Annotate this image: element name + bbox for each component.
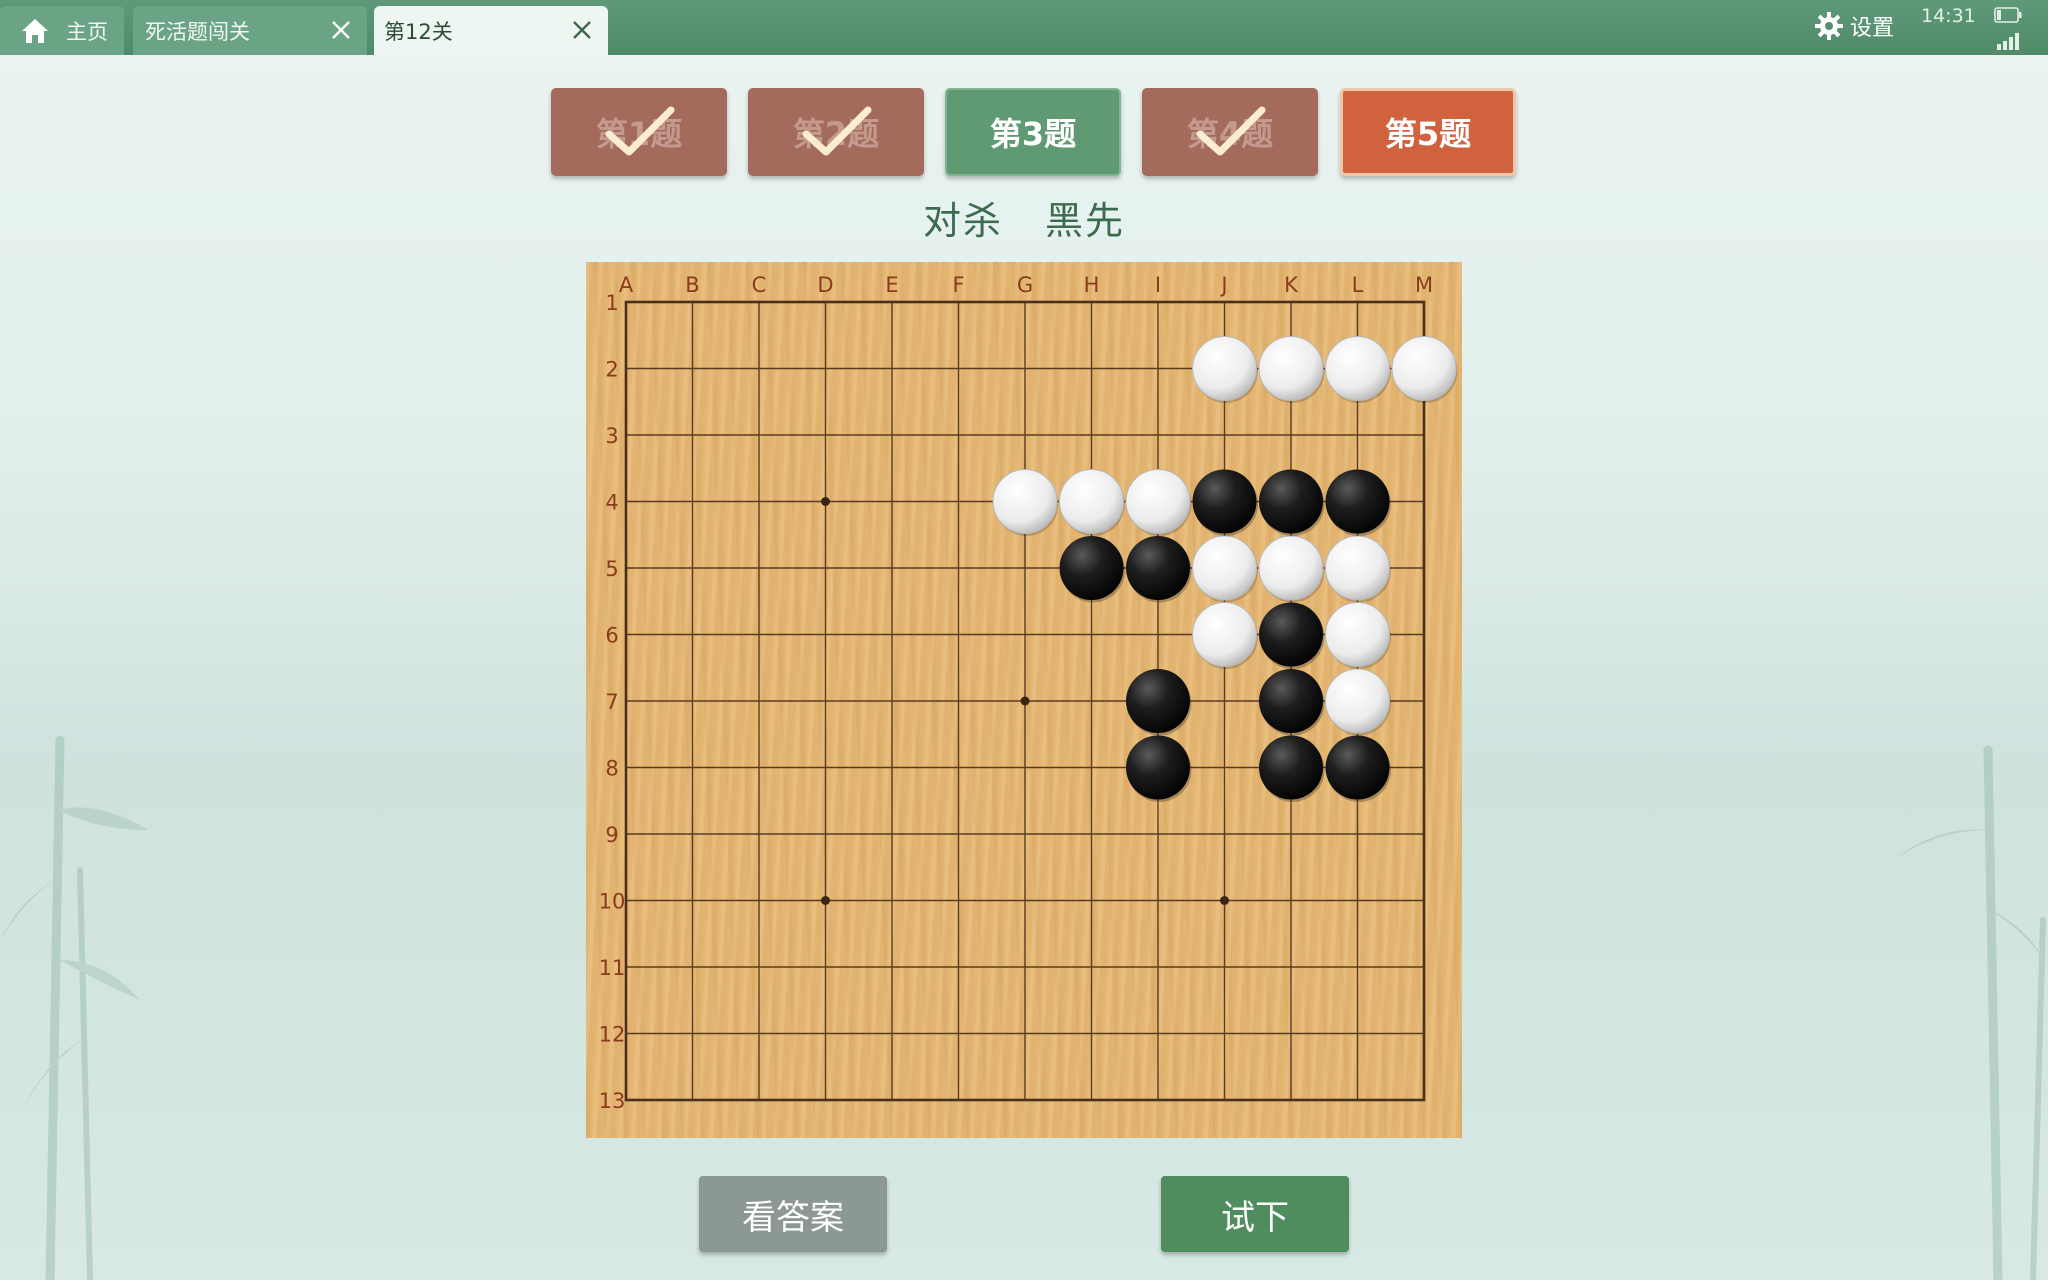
black-stone-l4 xyxy=(1325,469,1390,534)
white-stone-j5 xyxy=(1192,535,1257,601)
white-stone-m2 xyxy=(1391,336,1457,401)
top-bar: 主页 死活题闯关 第12关 设置 14:31 xyxy=(0,0,2048,55)
check-icon xyxy=(1196,106,1266,156)
row-label-12: 12 xyxy=(599,1023,626,1047)
black-stone-k7 xyxy=(1259,669,1323,733)
star-point xyxy=(821,497,830,506)
black-stone-k6 xyxy=(1259,602,1323,667)
try-move-button[interactable]: 试下 xyxy=(1161,1176,1349,1252)
status-time: 14:31 xyxy=(1921,5,1976,27)
column-label-i: I xyxy=(1155,273,1161,297)
black-stone-k4 xyxy=(1259,469,1323,534)
white-stone-j2 xyxy=(1192,336,1257,401)
problem-subtitle: 对杀 黑先 xyxy=(922,199,1126,243)
white-stone-i4 xyxy=(1125,469,1191,534)
column-label-m: M xyxy=(1415,273,1433,297)
view-answer-button[interactable]: 看答案 xyxy=(699,1176,887,1252)
white-stone-h4 xyxy=(1059,469,1124,534)
star-point xyxy=(1020,696,1030,706)
column-label-a: A xyxy=(619,273,634,297)
problem-3-label: 第3题 xyxy=(989,115,1077,153)
row-label-7: 7 xyxy=(605,690,618,714)
settings-button[interactable]: 设置 xyxy=(1814,10,1894,42)
row-label-2: 2 xyxy=(605,358,618,382)
row-label-9: 9 xyxy=(605,823,618,847)
go-board[interactable]: A B C D E F G H I J K L M 1 2 3 4 5 6 7 8 9 10 11 12 13 xyxy=(586,262,1462,1138)
gear-icon xyxy=(1815,12,1843,40)
bamboo-decoration-left xyxy=(0,735,148,1280)
column-label-f: F xyxy=(952,273,964,297)
tab-level-label: 死活题闯关 xyxy=(145,19,250,44)
row-label-8: 8 xyxy=(605,757,618,781)
tab-current-level[interactable]: 第12关 xyxy=(374,6,608,55)
row-label-11: 11 xyxy=(599,956,626,980)
star-point xyxy=(821,896,830,905)
problem-1-button[interactable]: 第1题 xyxy=(551,88,727,176)
problem-3-button[interactable]: 第3题 xyxy=(945,88,1121,176)
column-label-j: J xyxy=(1219,273,1227,297)
white-stone-l6 xyxy=(1325,602,1390,667)
column-label-e: E xyxy=(885,273,898,297)
check-icon xyxy=(802,106,872,156)
column-label-c: C xyxy=(752,273,767,297)
tab-life-death-levels[interactable]: 死活题闯关 xyxy=(133,6,367,55)
black-stone-i5 xyxy=(1126,536,1190,600)
close-icon[interactable] xyxy=(329,18,353,42)
black-stone-k8 xyxy=(1259,735,1323,800)
column-label-l: L xyxy=(1352,273,1364,297)
settings-label: 设置 xyxy=(1850,16,1895,41)
tab-current-label: 第12关 xyxy=(384,19,453,44)
problem-4-button[interactable]: 第4题 xyxy=(1142,88,1318,176)
row-label-10: 10 xyxy=(599,890,626,914)
row-label-4: 4 xyxy=(605,491,618,515)
row-label-3: 3 xyxy=(605,424,618,448)
problem-5-label: 第5题 xyxy=(1384,115,1472,153)
white-stone-l7 xyxy=(1325,668,1390,734)
problem-2-button[interactable]: 第2题 xyxy=(748,88,924,176)
close-icon[interactable] xyxy=(570,18,594,42)
white-stone-g4 xyxy=(992,469,1058,534)
black-stone-i7 xyxy=(1126,669,1190,733)
white-stone-l2 xyxy=(1325,336,1390,401)
row-label-13: 13 xyxy=(599,1089,626,1113)
star-point xyxy=(1220,896,1229,905)
row-label-5: 5 xyxy=(605,557,618,581)
tab-home-label: 主页 xyxy=(66,19,108,44)
column-label-d: D xyxy=(817,273,833,297)
column-label-k: K xyxy=(1284,273,1299,297)
tab-home[interactable]: 主页 xyxy=(0,6,124,55)
check-icon xyxy=(605,106,675,156)
row-label-6: 6 xyxy=(605,624,618,648)
black-stone-l8 xyxy=(1325,735,1390,800)
column-label-h: H xyxy=(1084,273,1100,297)
bamboo-decoration-right xyxy=(1893,745,2048,1280)
white-stone-k5 xyxy=(1258,535,1324,601)
problem-5-button[interactable]: 第5题 xyxy=(1340,88,1516,176)
column-label-g: G xyxy=(1017,273,1033,297)
column-label-b: B xyxy=(685,273,699,297)
white-stone-j6 xyxy=(1192,602,1257,667)
black-stone-j4 xyxy=(1192,469,1257,534)
battery-icon xyxy=(1994,7,2022,23)
white-stone-k2 xyxy=(1258,336,1324,401)
black-stone-i8 xyxy=(1126,735,1190,800)
go-board-grid: A B C D E F G H I J K L M12345678910111213 xyxy=(599,273,1458,1113)
row-label-1: 1 xyxy=(605,291,618,315)
home-icon xyxy=(22,18,48,43)
signal-icon xyxy=(1997,33,2019,50)
black-stone-h5 xyxy=(1059,536,1124,600)
white-stone-l5 xyxy=(1325,535,1390,601)
